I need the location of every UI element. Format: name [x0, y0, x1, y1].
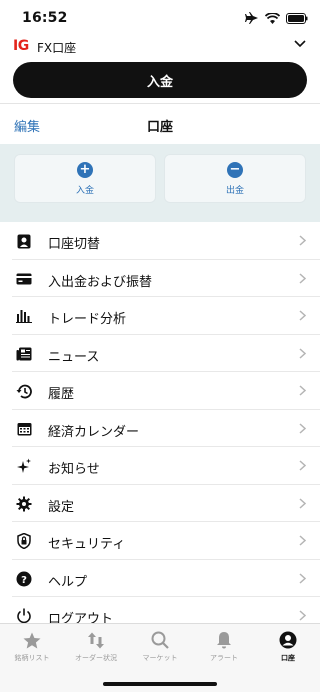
menu-item-history[interactable]: 履歴 [12, 372, 320, 410]
gear-icon [16, 496, 32, 512]
menu-item-news[interactable]: ニュース [12, 335, 320, 372]
calendar-icon [16, 421, 32, 437]
card-icon [16, 271, 32, 287]
deposit-button[interactable]: 入金 [13, 62, 307, 98]
menu-item-label: ヘルプ [48, 574, 88, 590]
power-icon [16, 608, 32, 624]
menu-item-notifications[interactable]: お知らせ [12, 447, 320, 485]
svg-text:?: ? [21, 575, 27, 586]
sparkle-icon [16, 458, 32, 474]
account-switch-icon [16, 233, 32, 249]
status-bar: 16:52 [0, 0, 320, 34]
chevron-right-icon [299, 422, 306, 434]
star-icon [23, 632, 41, 648]
edit-button[interactable]: 編集 [14, 116, 40, 135]
withdraw-card-label: 出金 [225, 186, 244, 196]
menu-item-security[interactable]: セキュリティ [12, 522, 320, 560]
menu-item-label: お知らせ [48, 462, 100, 477]
brand-logo: IG [13, 38, 29, 54]
menu-item-label: 設定 [48, 499, 75, 515]
chevron-right-icon [299, 572, 306, 584]
search-icon [151, 631, 169, 649]
tab-watchlist[interactable]: 銘柄リスト [0, 630, 64, 666]
status-time: 16:52 [22, 10, 68, 26]
tab-label: 口座 [281, 654, 295, 662]
user-icon [279, 631, 297, 649]
deposit-card-label: 入金 [75, 186, 94, 196]
chevron-right-icon [299, 535, 306, 546]
wifi-icon [265, 12, 280, 24]
tab-label: 銘柄リスト [14, 654, 50, 662]
account-title: FX口座 [37, 41, 77, 55]
menu-item-label: 入出金および振替 [48, 274, 153, 290]
chevron-right-icon [299, 347, 306, 359]
menu-list: 口座切替 入出金および振替 トレード分析 ニュース 履歴 経済カレンダー お知ら… [0, 222, 320, 635]
chevron-right-icon [299, 610, 306, 621]
menu-item-settings[interactable]: 設定 [12, 485, 320, 522]
tab-label: アラート [210, 654, 238, 662]
menu-item-economic-calendar[interactable]: 経済カレンダー [12, 410, 320, 447]
nav-header: 口座 編集 [0, 104, 320, 144]
battery-icon [286, 12, 308, 24]
menu-item-funding[interactable]: 入出金および振替 [12, 260, 320, 297]
chevron-right-icon [299, 385, 306, 396]
chevron-right-icon [299, 497, 306, 509]
plus-icon: + [77, 162, 93, 178]
chevron-right-icon [299, 460, 306, 471]
menu-item-label: 履歴 [48, 387, 75, 402]
menu-item-help[interactable]: ? ヘルプ [12, 560, 320, 597]
home-indicator [103, 682, 217, 686]
bar-chart-icon [16, 308, 32, 324]
menu-item-label: ニュース [48, 349, 100, 365]
history-icon [16, 383, 32, 399]
page-title: 口座 [146, 120, 173, 135]
menu-item-label: 口座切替 [48, 237, 101, 252]
chevron-right-icon [299, 235, 306, 246]
menu-item-trade-analysis[interactable]: トレード分析 [12, 297, 320, 335]
chevron-right-icon [299, 272, 306, 284]
chevron-down-icon[interactable] [294, 40, 306, 48]
menu-item-label: セキュリティ [48, 537, 126, 552]
account-selector[interactable]: IG FX口座 [0, 34, 320, 58]
bell-icon [217, 632, 231, 649]
menu-item-label: トレード分析 [48, 312, 127, 327]
status-icons [245, 12, 308, 24]
help-icon: ? [16, 571, 32, 587]
tab-label: オーダー状況 [75, 654, 117, 662]
shield-icon [16, 533, 32, 549]
arrows-icon [88, 632, 104, 648]
minus-icon: − [227, 162, 243, 178]
tab-orders[interactable]: オーダー状況 [64, 630, 128, 666]
tab-alerts[interactable]: アラート [192, 630, 256, 666]
airplane-icon [245, 12, 258, 24]
tab-label: マーケット [142, 654, 178, 662]
news-icon [16, 346, 32, 362]
tab-markets[interactable]: マーケット [128, 630, 192, 666]
deposit-card[interactable]: + 入金 [14, 154, 156, 203]
chevron-right-icon [299, 310, 306, 321]
tab-account[interactable]: 口座 [256, 630, 320, 666]
menu-item-account-switch[interactable]: 口座切替 [12, 222, 320, 260]
withdraw-card[interactable]: − 出金 [164, 154, 306, 203]
menu-item-label: 経済カレンダー [48, 424, 140, 440]
quick-actions: + 入金 − 出金 [0, 144, 320, 222]
